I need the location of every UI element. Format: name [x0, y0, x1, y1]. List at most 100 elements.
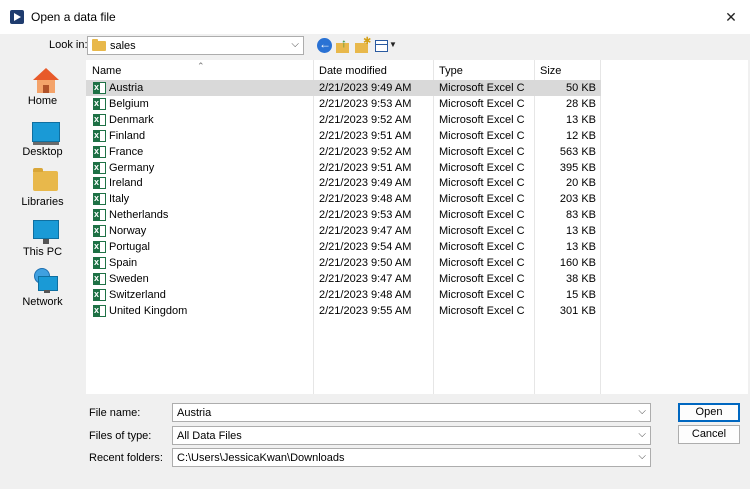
file-name-cell: United Kingdom [109, 304, 188, 317]
file-row[interactable]: Sweden 2/21/2023 9:47 AM Microsoft Excel C… [86, 271, 601, 287]
excel-file-icon [93, 175, 106, 190]
file-type-cell: Microsoft Excel C... [439, 82, 525, 94]
file-name-cell: Norway [109, 225, 147, 238]
open-button[interactable]: Open [678, 403, 740, 422]
place-label: Libraries [21, 196, 64, 208]
file-size-cell: 13 KB [566, 241, 596, 253]
file-name-cell: Italy [109, 193, 130, 206]
excel-file-icon [93, 271, 106, 285]
chevron-down-icon[interactable]: ⌵ [638, 406, 646, 417]
place-home[interactable]: Home [0, 64, 85, 112]
file-size-cell: 83 KB [566, 209, 596, 222]
file-size-cell: 203 KB [559, 193, 596, 206]
new-folder-icon[interactable]: ✱ [355, 36, 371, 54]
file-name-cell: Ireland [109, 177, 143, 190]
excel-file-icon [93, 160, 106, 174]
file-name-cell: Germany [109, 161, 155, 174]
place-label: Desktop [22, 146, 63, 158]
file-row[interactable]: Belgium 2/21/2023 9:53 AM Microsoft Excel … [86, 96, 601, 112]
file-name-cell: France [109, 145, 144, 158]
file-row[interactable]: France 2/21/2023 9:52 AM Microsoft Excel C… [86, 144, 601, 160]
desktop-icon [32, 122, 60, 145]
excel-file-icon [93, 255, 106, 269]
back-icon[interactable] [317, 37, 332, 53]
file-type-cell: Microsoft Excel C... [439, 209, 525, 222]
excel-file-icon [93, 144, 106, 158]
recent-folders-dropdown[interactable]: C:\Users\JessicaKwan\Downloads ⌵ [172, 448, 651, 467]
files-of-type-value: All Data Files [177, 430, 242, 442]
file-row[interactable]: Finland 2/21/2023 9:51 AM Microsoft Excel … [86, 128, 601, 144]
file-name-field[interactable]: Austria ⌵ [172, 403, 651, 422]
file-row[interactable]: Ireland 2/21/2023 9:49 AM Microsoft Excel … [86, 175, 601, 191]
file-list[interactable]: Name ⌃ Date modified Type Size Austria 2/… [86, 60, 748, 394]
sort-ascending-icon: ⌃ [197, 61, 205, 71]
file-date-cell: 2/21/2023 9:47 AM [319, 272, 412, 285]
file-row[interactable]: Italy 2/21/2023 9:48 AM Microsoft Excel C.… [86, 191, 601, 207]
file-size-cell: 395 KB [559, 161, 596, 174]
excel-file-icon [93, 303, 106, 317]
file-row[interactable]: Norway 2/21/2023 9:47 AM Microsoft Excel C… [86, 223, 601, 239]
file-size-cell: 50 KB [566, 82, 596, 94]
file-date-cell: 2/21/2023 9:48 AM [319, 288, 412, 301]
view-menu-icon[interactable]: ▼ [375, 38, 397, 54]
column-header-date[interactable]: Date modified [313, 60, 433, 82]
place-label: Network [22, 296, 63, 308]
home-icon [33, 68, 59, 94]
place-this-pc[interactable]: This PC [0, 215, 85, 263]
file-row[interactable]: Netherlands 2/21/2023 9:53 AM Microsoft Ex… [86, 207, 601, 223]
column-header-size[interactable]: Size [534, 60, 601, 82]
file-name-cell: Netherlands [109, 209, 169, 222]
file-name-value: Austria [177, 407, 212, 419]
excel-file-icon [93, 223, 106, 238]
look-in-label: Look in: [49, 39, 88, 51]
file-name-label: File name: [89, 407, 141, 419]
file-date-cell: 2/21/2023 9:53 AM [319, 209, 412, 222]
file-row[interactable]: United Kingdom 2/21/2023 9:55 AM Microsoft… [86, 303, 601, 319]
excel-file-icon [93, 112, 106, 126]
file-row[interactable]: Germany 2/21/2023 9:51 AM Microsoft Excel … [86, 160, 601, 176]
file-row[interactable]: Switzerland 2/21/2023 9:48 AM Microsoft Ex… [86, 287, 601, 303]
excel-file-icon [93, 128, 106, 142]
excel-file-icon [93, 80, 106, 94]
file-date-cell: 2/21/2023 9:51 AM [319, 161, 412, 174]
file-row[interactable]: Denmark 2/21/2023 9:52 AM Microsoft Excel … [86, 112, 601, 128]
chevron-down-icon: ⌵ [291, 39, 299, 50]
file-row[interactable]: Spain 2/21/2023 9:50 AM Microsoft Excel C.… [86, 255, 601, 271]
place-libraries[interactable]: Libraries [0, 165, 85, 213]
recent-folders-label: Recent folders: [89, 452, 163, 464]
close-button[interactable]: ✕ [720, 6, 742, 28]
file-size-cell: 301 KB [559, 304, 596, 317]
file-row[interactable]: Austria 2/21/2023 9:49 AM Microsoft Excel … [86, 80, 601, 96]
file-size-cell: 13 KB [566, 113, 596, 126]
column-header-name[interactable]: Name ⌃ [86, 60, 313, 82]
files-of-type-dropdown[interactable]: All Data Files ⌵ [172, 426, 651, 445]
file-name-cell: Spain [109, 256, 138, 269]
file-row[interactable]: Portugal 2/21/2023 9:54 AM Microsoft Excel… [86, 239, 601, 255]
recent-folders-value: C:\Users\JessicaKwan\Downloads [177, 452, 345, 464]
files-of-type-label: Files of type: [89, 430, 152, 442]
file-date-cell: 2/21/2023 9:52 AM [319, 113, 412, 126]
cancel-button[interactable]: Cancel [678, 425, 740, 444]
this-pc-icon [33, 220, 59, 244]
file-date-cell: 2/21/2023 9:52 AM [319, 145, 412, 158]
chevron-down-icon: ⌵ [638, 451, 646, 462]
file-type-cell: Microsoft Excel C... [439, 304, 525, 317]
look-in-value: sales [110, 40, 136, 52]
column-header-type[interactable]: Type [433, 60, 534, 82]
file-date-cell: 2/21/2023 9:54 AM [319, 241, 412, 253]
file-type-cell: Microsoft Excel C... [439, 145, 525, 158]
file-size-cell: 20 KB [566, 177, 596, 190]
up-folder-icon[interactable]: ↑ [336, 36, 352, 54]
place-desktop[interactable]: Desktop [0, 115, 85, 163]
file-name-cell: Switzerland [109, 288, 166, 301]
file-type-cell: Microsoft Excel C... [439, 288, 525, 301]
place-label: Home [27, 95, 58, 107]
file-name-cell: Belgium [109, 97, 149, 110]
file-date-cell: 2/21/2023 9:50 AM [319, 256, 412, 269]
file-type-cell: Microsoft Excel C... [439, 177, 525, 190]
look-in-dropdown[interactable]: sales ⌵ [87, 36, 304, 55]
place-network[interactable]: Network [0, 265, 85, 313]
excel-file-icon [93, 287, 106, 301]
file-date-cell: 2/21/2023 9:48 AM [319, 193, 412, 206]
file-name-cell: Finland [109, 129, 146, 142]
